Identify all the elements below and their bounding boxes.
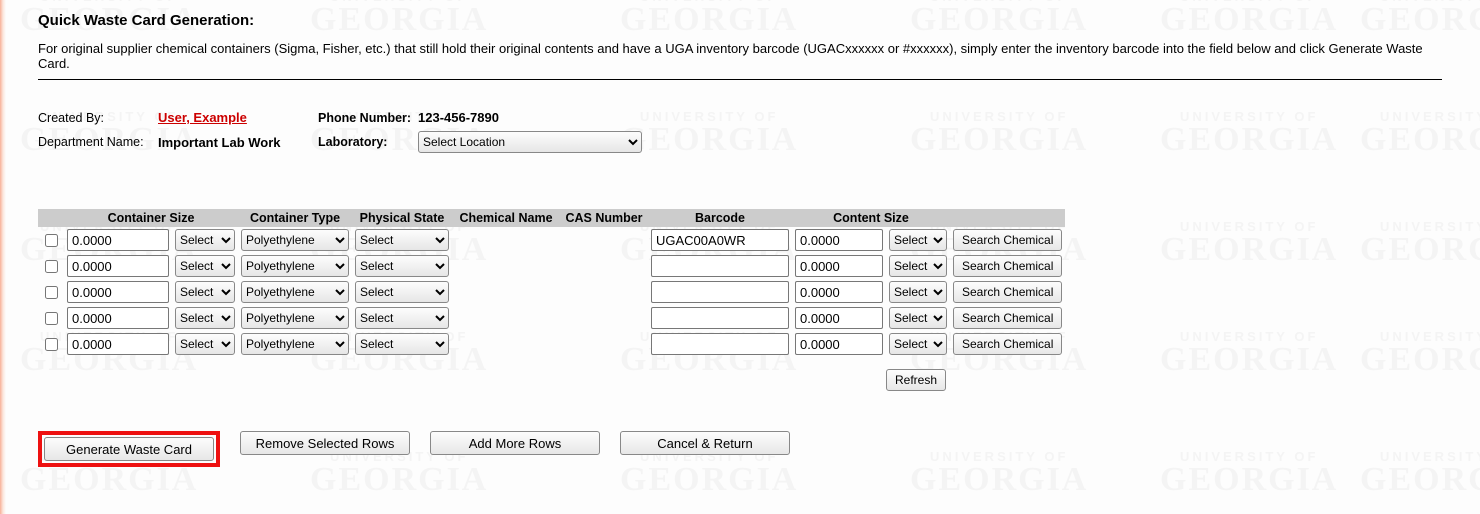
container-size-input[interactable] bbox=[67, 333, 169, 355]
content-size-input[interactable] bbox=[795, 229, 883, 251]
chemical-name-cell bbox=[452, 253, 560, 279]
container-type-select[interactable]: Polyethylene bbox=[241, 333, 349, 355]
dept-label: Department Name: bbox=[38, 135, 158, 149]
table-row: Select Polyethylene Select Select Search Che… bbox=[38, 227, 1065, 253]
col-checkbox bbox=[38, 209, 64, 227]
divider bbox=[38, 79, 1442, 80]
physical-state-select[interactable]: Select bbox=[355, 255, 449, 277]
content-size-input[interactable] bbox=[795, 281, 883, 303]
container-size-unit-select[interactable]: Select bbox=[175, 281, 235, 303]
content-size-unit-select[interactable]: Select bbox=[889, 281, 947, 303]
search-chemical-button[interactable]: Search Chemical bbox=[953, 281, 1062, 303]
dept-value: Important Lab Work bbox=[158, 135, 318, 150]
container-size-input[interactable] bbox=[67, 229, 169, 251]
container-size-input[interactable] bbox=[67, 307, 169, 329]
content-size-unit-select[interactable]: Select bbox=[889, 333, 947, 355]
container-size-unit-select[interactable]: Select bbox=[175, 255, 235, 277]
chemical-name-cell bbox=[452, 331, 560, 357]
row-checkbox[interactable] bbox=[45, 312, 58, 325]
search-chemical-button[interactable]: Search Chemical bbox=[953, 307, 1062, 329]
container-type-select[interactable]: Polyethylene bbox=[241, 307, 349, 329]
content-size-input[interactable] bbox=[795, 255, 883, 277]
waste-table: Container Size Container Type Physical S… bbox=[38, 209, 1065, 357]
generate-highlight-box: Generate Waste Card bbox=[38, 431, 220, 467]
phone-value: 123-456-7890 bbox=[418, 110, 499, 125]
row-checkbox[interactable] bbox=[45, 338, 58, 351]
chemical-name-cell bbox=[452, 305, 560, 331]
physical-state-select[interactable]: Select bbox=[355, 333, 449, 355]
phone-label: Phone Number: bbox=[318, 111, 418, 125]
content-size-unit-select[interactable]: Select bbox=[889, 229, 947, 251]
physical-state-select[interactable]: Select bbox=[355, 281, 449, 303]
lab-label: Laboratory: bbox=[318, 135, 418, 149]
col-container-type: Container Type bbox=[238, 209, 352, 227]
generate-waste-card-button[interactable]: Generate Waste Card bbox=[44, 437, 214, 461]
cas-number-cell bbox=[560, 279, 648, 305]
remove-selected-rows-button[interactable]: Remove Selected Rows bbox=[240, 431, 410, 455]
col-barcode: Barcode bbox=[648, 209, 792, 227]
add-more-rows-button[interactable]: Add More Rows bbox=[430, 431, 600, 455]
col-action bbox=[950, 209, 1065, 227]
content-size-unit-select[interactable]: Select bbox=[889, 307, 947, 329]
table-row: Select Polyethylene Select Select Search Che… bbox=[38, 253, 1065, 279]
physical-state-select[interactable]: Select bbox=[355, 307, 449, 329]
container-type-select[interactable]: Polyethylene bbox=[241, 281, 349, 303]
chemical-name-cell bbox=[452, 227, 560, 253]
row-checkbox[interactable] bbox=[45, 234, 58, 247]
created-by-value: User, Example bbox=[158, 110, 318, 125]
col-container-size: Container Size bbox=[64, 209, 238, 227]
col-physical-state: Physical State bbox=[352, 209, 452, 227]
table-row: Select Polyethylene Select Select Search Che… bbox=[38, 279, 1065, 305]
barcode-input[interactable] bbox=[651, 333, 789, 355]
barcode-input[interactable] bbox=[651, 281, 789, 303]
page-title: Quick Waste Card Generation: bbox=[38, 12, 1442, 29]
container-size-unit-select[interactable]: Select bbox=[175, 229, 235, 251]
container-size-unit-select[interactable]: Select bbox=[175, 333, 235, 355]
barcode-input[interactable] bbox=[651, 255, 789, 277]
cancel-return-button[interactable]: Cancel & Return bbox=[620, 431, 790, 455]
table-row: Select Polyethylene Select Select Search Che… bbox=[38, 331, 1065, 357]
cas-number-cell bbox=[560, 331, 648, 357]
cas-number-cell bbox=[560, 227, 648, 253]
created-by-link[interactable]: User, Example bbox=[158, 110, 247, 125]
col-chemical-name: Chemical Name bbox=[452, 209, 560, 227]
chemical-name-cell bbox=[452, 279, 560, 305]
cas-number-cell bbox=[560, 253, 648, 279]
row-checkbox[interactable] bbox=[45, 260, 58, 273]
container-type-select[interactable]: Polyethylene bbox=[241, 229, 349, 251]
content-size-input[interactable] bbox=[795, 333, 883, 355]
content-size-unit-select[interactable]: Select bbox=[889, 255, 947, 277]
refresh-button[interactable]: Refresh bbox=[886, 369, 946, 391]
physical-state-select[interactable]: Select bbox=[355, 229, 449, 251]
col-content-size: Content Size bbox=[792, 209, 950, 227]
created-by-label: Created By: bbox=[38, 111, 158, 125]
laboratory-select[interactable]: Select Location bbox=[418, 131, 642, 153]
container-type-select[interactable]: Polyethylene bbox=[241, 255, 349, 277]
instructions-text: For original supplier chemical container… bbox=[38, 41, 1442, 71]
cas-number-cell bbox=[560, 305, 648, 331]
table-row: Select Polyethylene Select Select Search Che… bbox=[38, 305, 1065, 331]
search-chemical-button[interactable]: Search Chemical bbox=[953, 255, 1062, 277]
container-size-unit-select[interactable]: Select bbox=[175, 307, 235, 329]
container-size-input[interactable] bbox=[67, 255, 169, 277]
col-cas-number: CAS Number bbox=[560, 209, 648, 227]
container-size-input[interactable] bbox=[67, 281, 169, 303]
content-size-input[interactable] bbox=[795, 307, 883, 329]
barcode-input[interactable] bbox=[651, 229, 789, 251]
row-checkbox[interactable] bbox=[45, 286, 58, 299]
search-chemical-button[interactable]: Search Chemical bbox=[953, 229, 1062, 251]
barcode-input[interactable] bbox=[651, 307, 789, 329]
search-chemical-button[interactable]: Search Chemical bbox=[953, 333, 1062, 355]
